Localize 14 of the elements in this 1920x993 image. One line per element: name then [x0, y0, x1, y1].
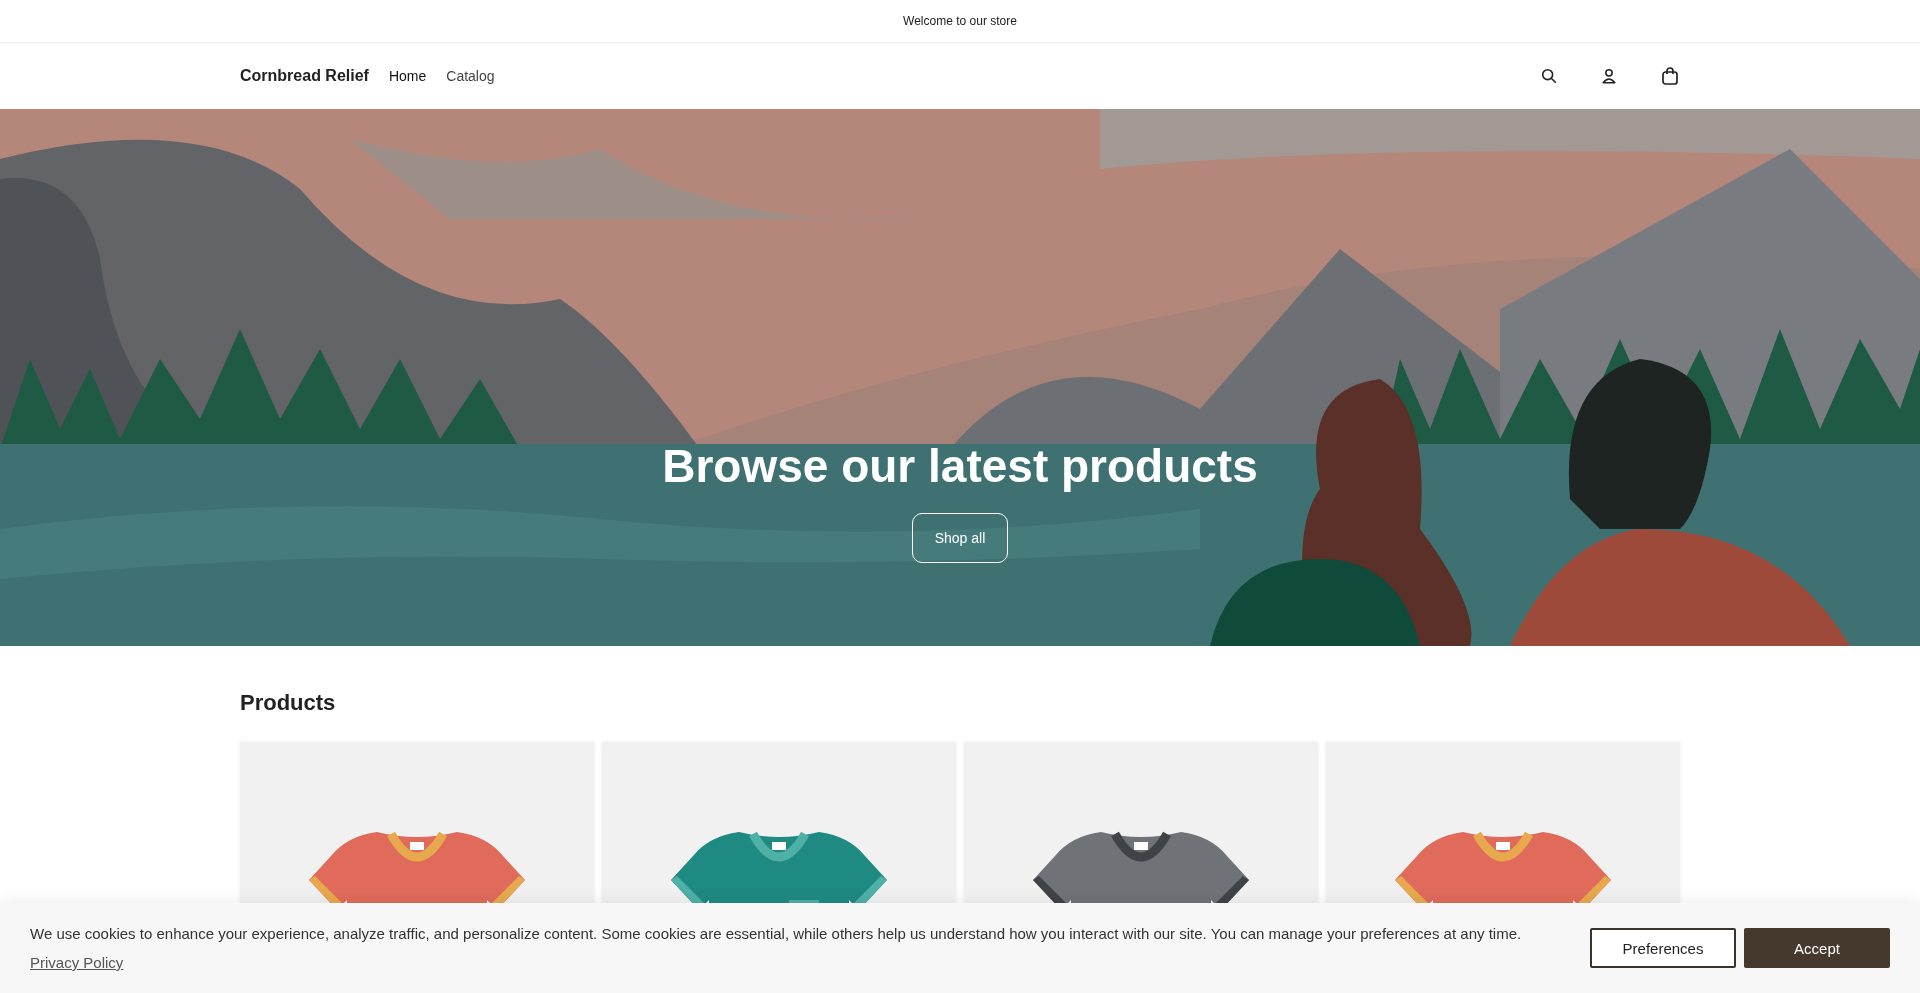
store-logo-link[interactable]: Cornbread Relief: [240, 67, 369, 85]
announcement-text: Welcome to our store: [903, 14, 1017, 28]
hero-heading: Browse our latest products: [662, 439, 1258, 493]
shopping-bag-icon[interactable]: [1660, 66, 1680, 86]
nav-link[interactable]: Catalog: [446, 68, 495, 84]
cookie-message: We use cookies to enhance your experience, analyze traffic, and personalize content. Some cookies are essential, while others help us understand how you interact with our site. You can manage your preferences at any time. Privacy Policy: [30, 924, 1523, 973]
accept-button[interactable]: Accept: [1744, 928, 1890, 968]
privacy-policy-link[interactable]: Privacy Policy: [30, 954, 124, 971]
account-icon[interactable]: [1600, 67, 1618, 85]
nav-link[interactable]: Home: [388, 68, 427, 84]
preferences-button[interactable]: Preferences: [1590, 928, 1736, 968]
search-icon[interactable]: [1540, 67, 1558, 85]
section-heading: Products: [240, 690, 337, 716]
shop-all-button[interactable]: Shop all: [911, 513, 1009, 563]
